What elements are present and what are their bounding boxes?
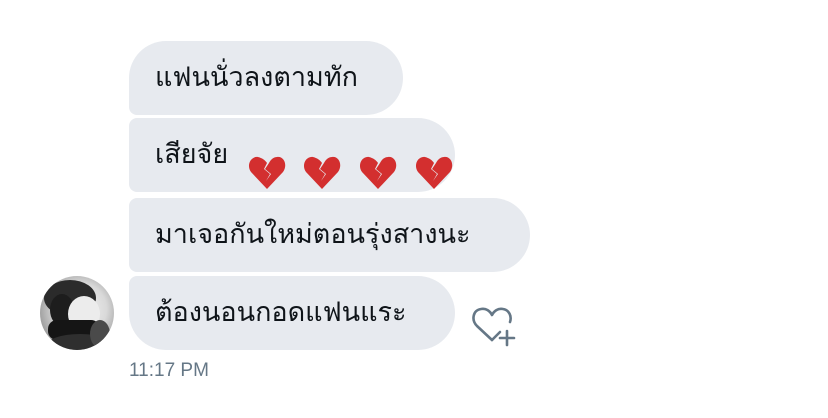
- heart-plus-icon[interactable]: [470, 300, 518, 348]
- avatar[interactable]: [40, 276, 114, 350]
- message-text: เสียจัย: [155, 139, 229, 170]
- message-bubble[interactable]: มาเจอกันใหม่ตอนรุ่งสางนะ: [129, 198, 530, 272]
- message-timestamp: 11:17 PM: [129, 360, 209, 381]
- message-bubble[interactable]: ต้องนอนกอดแฟนแระ: [129, 276, 455, 350]
- broken-heart-icon: [248, 156, 285, 189]
- avatar-image: [44, 280, 114, 350]
- message-thread: แฟนนั่วลงตามทัก เสียจัย มาเจอกันใหม่ตอนร…: [0, 0, 828, 418]
- broken-heart-icon: [415, 156, 452, 189]
- message-text: แฟนนั่วลงตามทัก: [155, 62, 358, 93]
- message-bubble[interactable]: แฟนนั่วลงตามทัก: [129, 41, 403, 115]
- broken-heart-icon: [304, 156, 341, 189]
- message-text: มาเจอกันใหม่ตอนรุ่งสางนะ: [155, 219, 471, 250]
- message-text: ต้องนอนกอดแฟนแระ: [155, 297, 407, 328]
- emoji-group: [247, 136, 461, 189]
- broken-heart-icon: [359, 156, 397, 189]
- message-bubble[interactable]: เสียจัย: [129, 118, 455, 192]
